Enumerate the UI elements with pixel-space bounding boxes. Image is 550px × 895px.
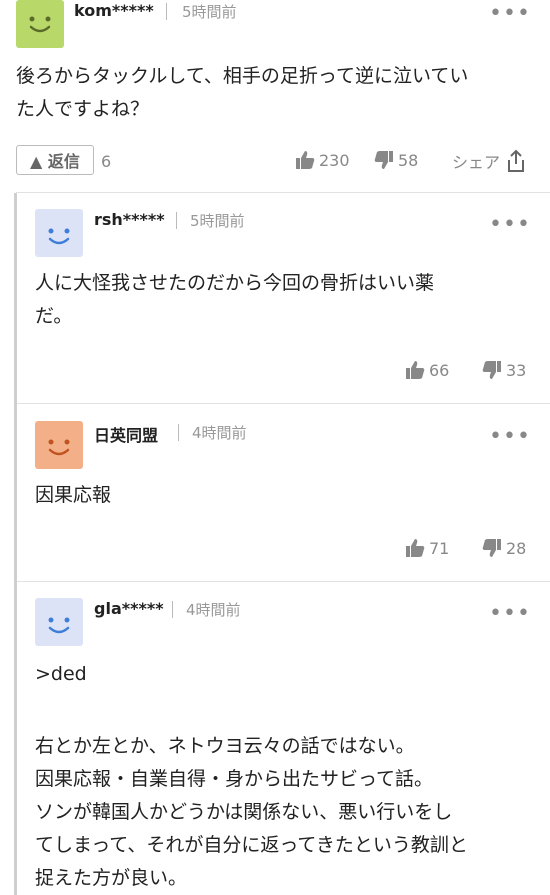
reply-button[interactable]: ▲ 返信 xyxy=(16,145,94,175)
divider xyxy=(17,581,550,582)
smiley-face-icon xyxy=(48,439,70,456)
username[interactable]: rsh***** xyxy=(94,210,165,229)
smiley-face-icon xyxy=(48,228,70,245)
dislike-button[interactable]: 28 xyxy=(482,538,526,558)
thumbs-up-icon xyxy=(296,151,315,169)
divider xyxy=(17,403,550,404)
avatar[interactable] xyxy=(35,421,83,469)
divider xyxy=(176,212,177,229)
username[interactable]: gla***** xyxy=(94,599,164,618)
dislike-count: 33 xyxy=(506,360,527,380)
share-label: シェア xyxy=(452,153,501,172)
divider xyxy=(172,601,173,618)
reply-text-line: ソンが韓国人かどうかは関係ない、悪い行いをし xyxy=(35,801,453,823)
avatar[interactable] xyxy=(16,0,64,48)
like-button[interactable]: 66 xyxy=(405,360,449,380)
like-count: 66 xyxy=(429,360,450,380)
divider xyxy=(178,424,179,441)
avatar[interactable] xyxy=(35,598,83,646)
username[interactable]: kom***** xyxy=(74,1,154,20)
like-count: 71 xyxy=(429,538,450,558)
more-options-icon[interactable]: ••• xyxy=(489,3,531,25)
thumbs-down-icon xyxy=(374,151,393,169)
reply-text-line: 因果応報 xyxy=(35,484,112,506)
reply-count: 6 xyxy=(101,152,112,171)
reply-text-line: 因果応報・自業自得・身から出たサビって話。 xyxy=(35,768,434,790)
share-icon xyxy=(508,149,525,172)
reply-text-line: 人に大怪我させたのだから今回の骨折はいい薬 xyxy=(35,272,435,294)
smiley-face-icon xyxy=(29,16,51,33)
reply-button-label: ▲ 返信 xyxy=(30,152,80,171)
reply-text-line: てしまって、それが自分に返ってきたという教訓と xyxy=(35,834,468,856)
timestamp: 4時間前 xyxy=(186,601,241,619)
timestamp: 5時間前 xyxy=(182,3,237,21)
thumbs-up-icon xyxy=(406,539,425,557)
thumbs-down-icon xyxy=(482,361,501,379)
smiley-face-icon xyxy=(48,617,70,634)
like-button[interactable]: 230 xyxy=(295,150,350,170)
dislike-button[interactable]: 33 xyxy=(482,360,526,380)
reply-text-line: 捉えた方が良い。 xyxy=(35,867,188,889)
divider xyxy=(166,3,167,20)
avatar[interactable] xyxy=(35,209,83,257)
reply-text-line: >ded xyxy=(35,663,87,685)
more-options-icon[interactable]: ••• xyxy=(489,214,531,236)
thumbs-down-icon xyxy=(482,539,501,557)
comment-text-line: た人ですよね？ xyxy=(16,98,150,120)
timestamp: 4時間前 xyxy=(192,424,247,442)
username[interactable]: 日英同盟 xyxy=(94,422,158,446)
thumbs-up-icon xyxy=(406,361,425,379)
reply-text-line: 右とか左とか、ネトウヨ云々の話ではない。 xyxy=(35,735,415,757)
like-count: 230 xyxy=(319,150,350,170)
more-options-icon[interactable]: ••• xyxy=(489,603,531,625)
share-button[interactable]: シェア xyxy=(452,149,530,173)
dislike-count: 28 xyxy=(506,538,527,558)
comment-text-line: 後ろからタックルして、相手の足折って逆に泣いてい xyxy=(16,65,469,87)
divider xyxy=(16,192,550,193)
more-options-icon[interactable]: ••• xyxy=(489,426,531,448)
dislike-button[interactable]: 58 xyxy=(374,150,418,170)
timestamp: 5時間前 xyxy=(190,212,245,230)
reply-text-line: だ。 xyxy=(35,305,73,327)
like-button[interactable]: 71 xyxy=(405,538,449,558)
dislike-count: 58 xyxy=(398,150,419,170)
thread-line xyxy=(14,193,17,895)
